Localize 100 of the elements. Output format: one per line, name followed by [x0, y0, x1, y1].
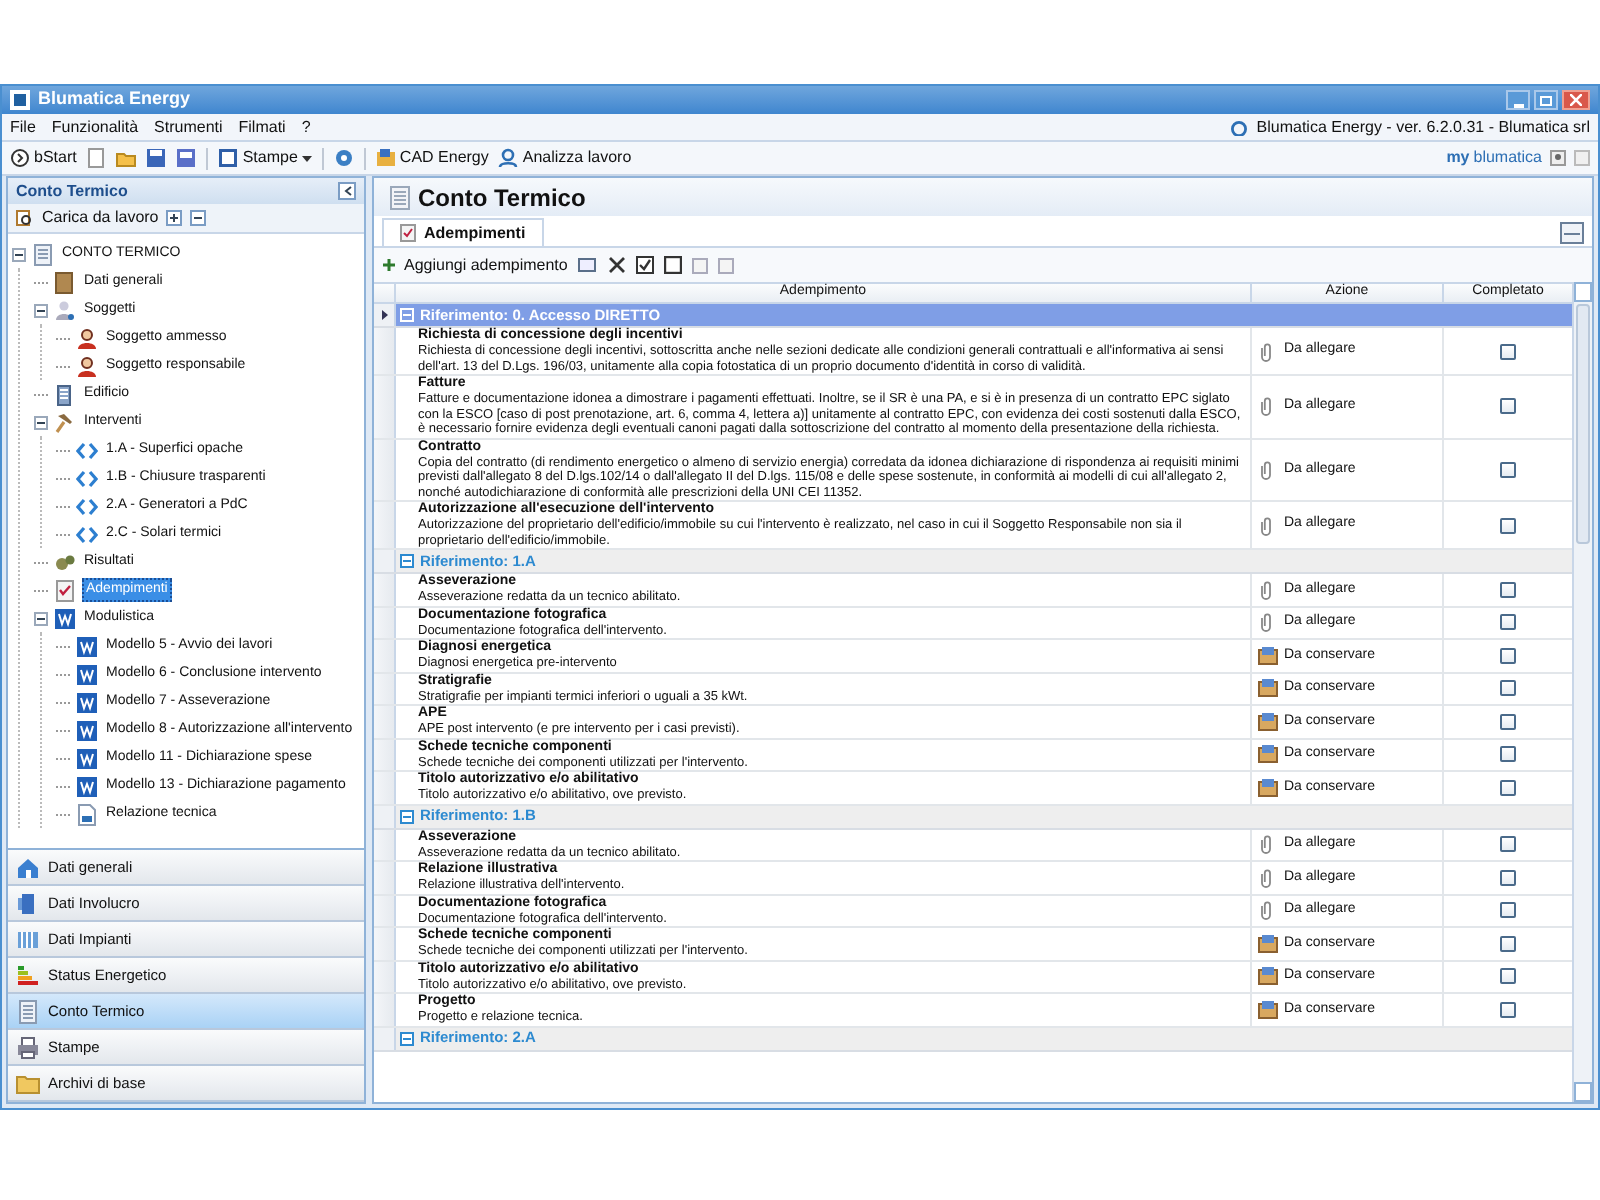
checkbox[interactable]	[1500, 935, 1516, 952]
brand-logo: my blumatica	[1446, 146, 1542, 170]
checkbox[interactable]	[1500, 581, 1516, 598]
tab[interactable]: Adempimenti	[382, 218, 544, 246]
archive-box-icon	[1258, 711, 1278, 732]
code-brackets-icon	[76, 467, 98, 489]
list-document-icon	[32, 243, 54, 265]
checkbox[interactable]	[1500, 461, 1516, 478]
minus-icon	[402, 556, 412, 566]
checkbox[interactable]	[1500, 343, 1516, 359]
save-icon[interactable]	[146, 148, 167, 168]
save-all-icon[interactable]	[176, 148, 197, 168]
book-icon	[54, 271, 76, 293]
code-brackets-icon	[76, 495, 98, 517]
menu-item[interactable]: Strumenti	[154, 115, 223, 139]
checkbox[interactable]	[1500, 902, 1516, 919]
minus-icon	[36, 417, 46, 427]
close-button[interactable]	[1562, 90, 1590, 110]
word-document-icon	[76, 691, 98, 713]
building-icon	[54, 383, 76, 405]
collapse-toggle[interactable]	[12, 247, 26, 261]
checklist-icon	[54, 579, 76, 601]
checkbox[interactable]	[1500, 517, 1516, 533]
menu-item[interactable]: Filmati	[238, 115, 286, 139]
collapse-toggle[interactable]	[400, 554, 414, 568]
checklist-icon	[400, 224, 416, 242]
add-requirement-button[interactable]: Aggiungi adempimento	[382, 253, 568, 277]
cad-button[interactable]: CAD Energy	[375, 146, 489, 170]
close-icon	[1570, 94, 1582, 106]
settings-icon[interactable]	[333, 148, 354, 168]
person-icon	[54, 299, 76, 321]
folder-icon[interactable]	[116, 148, 137, 168]
checkbox[interactable]	[1500, 713, 1516, 730]
checkbox[interactable]	[1500, 746, 1516, 763]
main-title: Conto Termico	[418, 181, 586, 215]
checkbox[interactable]	[1500, 614, 1516, 631]
checkbox[interactable]	[1500, 680, 1516, 697]
person-icon	[76, 327, 98, 349]
menu-item[interactable]: File	[10, 115, 36, 139]
collapse-toggle[interactable]	[400, 1031, 414, 1045]
cad-icon	[375, 148, 396, 168]
play-circle-icon	[10, 148, 30, 168]
minus-icon	[14, 249, 24, 259]
wall-icon	[16, 891, 40, 915]
minus-icon	[402, 811, 412, 821]
delete-icon[interactable]	[607, 256, 626, 274]
checkbox[interactable]	[1500, 836, 1516, 853]
window-title: Blumatica Energy	[38, 86, 191, 113]
menu-item[interactable]: ?	[301, 115, 311, 139]
print-button[interactable]: Stampe	[218, 146, 312, 170]
archive-box-icon	[1258, 933, 1278, 954]
scrollbar[interactable]	[1572, 282, 1592, 1102]
uncheck-all-icon[interactable]	[663, 256, 682, 274]
collapse-toggle[interactable]	[34, 415, 48, 429]
expand-all-icon[interactable]	[166, 210, 183, 226]
load-from-project-button[interactable]: Carica da lavoro	[16, 206, 159, 230]
minus-icon	[36, 305, 46, 315]
folder-icon	[16, 1071, 40, 1095]
checkbox[interactable]	[1500, 398, 1516, 415]
checkbox[interactable]	[1500, 779, 1516, 796]
code-brackets-icon	[76, 523, 98, 545]
minus-icon	[402, 1033, 412, 1043]
archive-box-icon	[1258, 678, 1278, 699]
version-label: Blumatica Energy - ver. 6.2.0.31 - Blumatica srl	[1256, 115, 1590, 139]
minimize-button[interactable]	[1506, 90, 1530, 110]
plus-icon	[382, 258, 396, 272]
collapse-toggle[interactable]	[34, 303, 48, 317]
check-all-icon[interactable]	[635, 256, 654, 274]
page-icon	[76, 803, 98, 825]
person-icon	[76, 355, 98, 377]
word-document-icon	[76, 663, 98, 685]
new-file-icon[interactable]	[86, 148, 107, 168]
start-button[interactable]: bStart	[10, 146, 77, 170]
minus-icon	[36, 613, 46, 623]
maximize-button[interactable]	[1534, 90, 1558, 110]
analyze-button[interactable]: Analizza lavoro	[498, 146, 632, 170]
checkbox[interactable]	[1500, 647, 1516, 664]
archive-box-icon	[1258, 777, 1278, 798]
collapse-toggle[interactable]	[400, 809, 414, 823]
maximize-icon	[1540, 95, 1552, 105]
word-document-icon	[76, 775, 98, 797]
collapse-toggle[interactable]	[34, 611, 48, 625]
checkbox[interactable]	[1500, 1001, 1516, 1018]
checkbox[interactable]	[1500, 968, 1516, 985]
archive-box-icon	[1258, 744, 1278, 765]
code-brackets-icon	[76, 439, 98, 461]
collapse-button[interactable]	[338, 182, 356, 200]
house-icon	[16, 855, 40, 879]
menu-item[interactable]: Funzionalità	[51, 115, 139, 139]
energy-rating-icon	[16, 963, 40, 987]
app-icon	[10, 90, 30, 110]
panel-icon[interactable]	[1560, 222, 1584, 244]
collapse-all-icon[interactable]	[190, 210, 207, 226]
row-pointer-icon	[381, 310, 387, 320]
printer-icon	[16, 1035, 40, 1059]
word-document-icon	[76, 747, 98, 769]
minimize-icon	[1513, 102, 1523, 108]
archive-box-icon	[1258, 645, 1278, 666]
checkbox[interactable]	[1500, 869, 1516, 886]
archive-box-icon	[1258, 999, 1278, 1020]
